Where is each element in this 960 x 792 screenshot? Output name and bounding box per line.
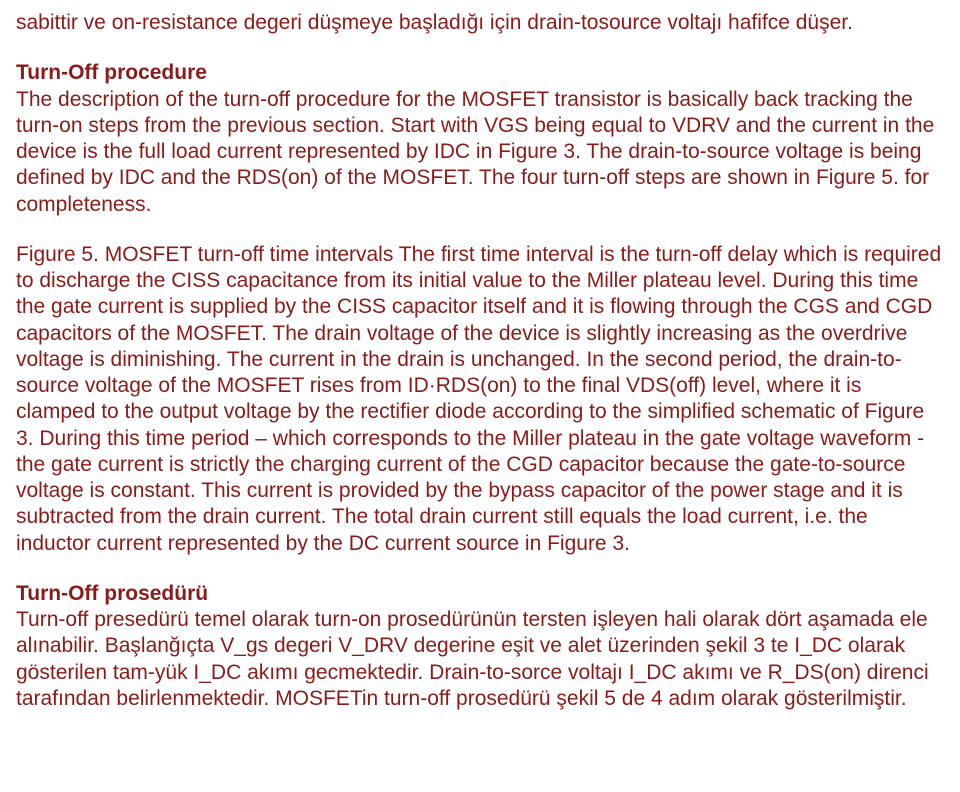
paragraph-turn-off-procedure: The description of the turn-off procedur… — [16, 87, 944, 218]
paragraph-turn-off-proseduru: Turn-off presedürü temel olarak turn-on … — [16, 607, 944, 712]
paragraph-intro: sabittir ve on-resistance degeri düşmeye… — [16, 10, 944, 36]
paragraph-figure5: Figure 5. MOSFET turn-off time intervals… — [16, 242, 944, 557]
heading-turn-off-proseduru: Turn-Off prosedürü — [16, 581, 944, 607]
heading-turn-off-procedure: Turn-Off procedure — [16, 60, 944, 86]
document-page: sabittir ve on-resistance degeri düşmeye… — [0, 0, 960, 752]
